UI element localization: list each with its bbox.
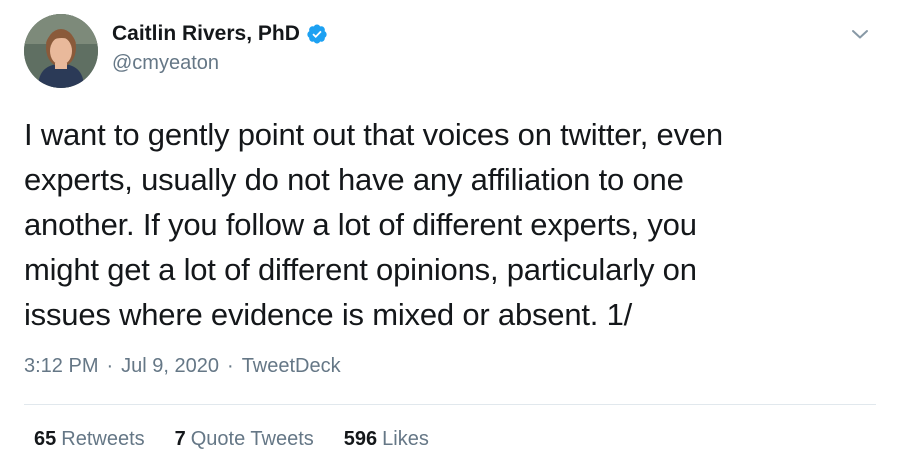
likes-count: 596 [343,428,378,450]
likes-label: Likes [382,428,429,450]
quote-tweets-label: Quote Tweets [190,428,314,450]
avatar[interactable] [24,14,98,88]
separator: · [227,355,234,377]
divider [24,404,876,405]
author-handle[interactable]: @cmyeaton [112,52,219,75]
author-row: Caitlin Rivers, PhD [112,22,328,46]
quote-tweets-count: 7 [174,428,186,450]
tweet-time[interactable]: 3:12 PM [24,355,98,378]
engagement-stats: 65 Retweets 7 Quote Tweets 596 Likes [34,428,459,451]
separator: · [106,355,114,377]
chevron-down-icon[interactable] [848,22,872,46]
likes-stat[interactable]: 596 Likes [344,428,429,451]
tweet-text: I want to gently point out that voices o… [24,112,874,337]
retweets-label: Retweets [61,428,145,450]
tweet-source[interactable]: TweetDeck [242,355,341,378]
tweet-line: another. If you follow a lot of differen… [24,207,697,242]
tweet-line: might get a lot of different opinions, p… [24,252,697,287]
tweet-line: experts, usually do not have any affilia… [24,162,684,197]
tweet-date[interactable]: Jul 9, 2020 [121,355,219,378]
tweet-line: I want to gently point out that voices o… [24,117,723,152]
tweet-metadata: 3:12 PM · Jul 9, 2020 · TweetDeck [24,355,341,378]
retweets-count: 65 [34,428,57,450]
tweet-line: issues where evidence is mixed or absent… [24,297,633,332]
author-name[interactable]: Caitlin Rivers, PhD [112,22,300,46]
verified-badge-icon [306,23,328,45]
retweets-stat[interactable]: 65 Retweets [34,428,145,451]
quote-tweets-stat[interactable]: 7 Quote Tweets [175,428,314,451]
